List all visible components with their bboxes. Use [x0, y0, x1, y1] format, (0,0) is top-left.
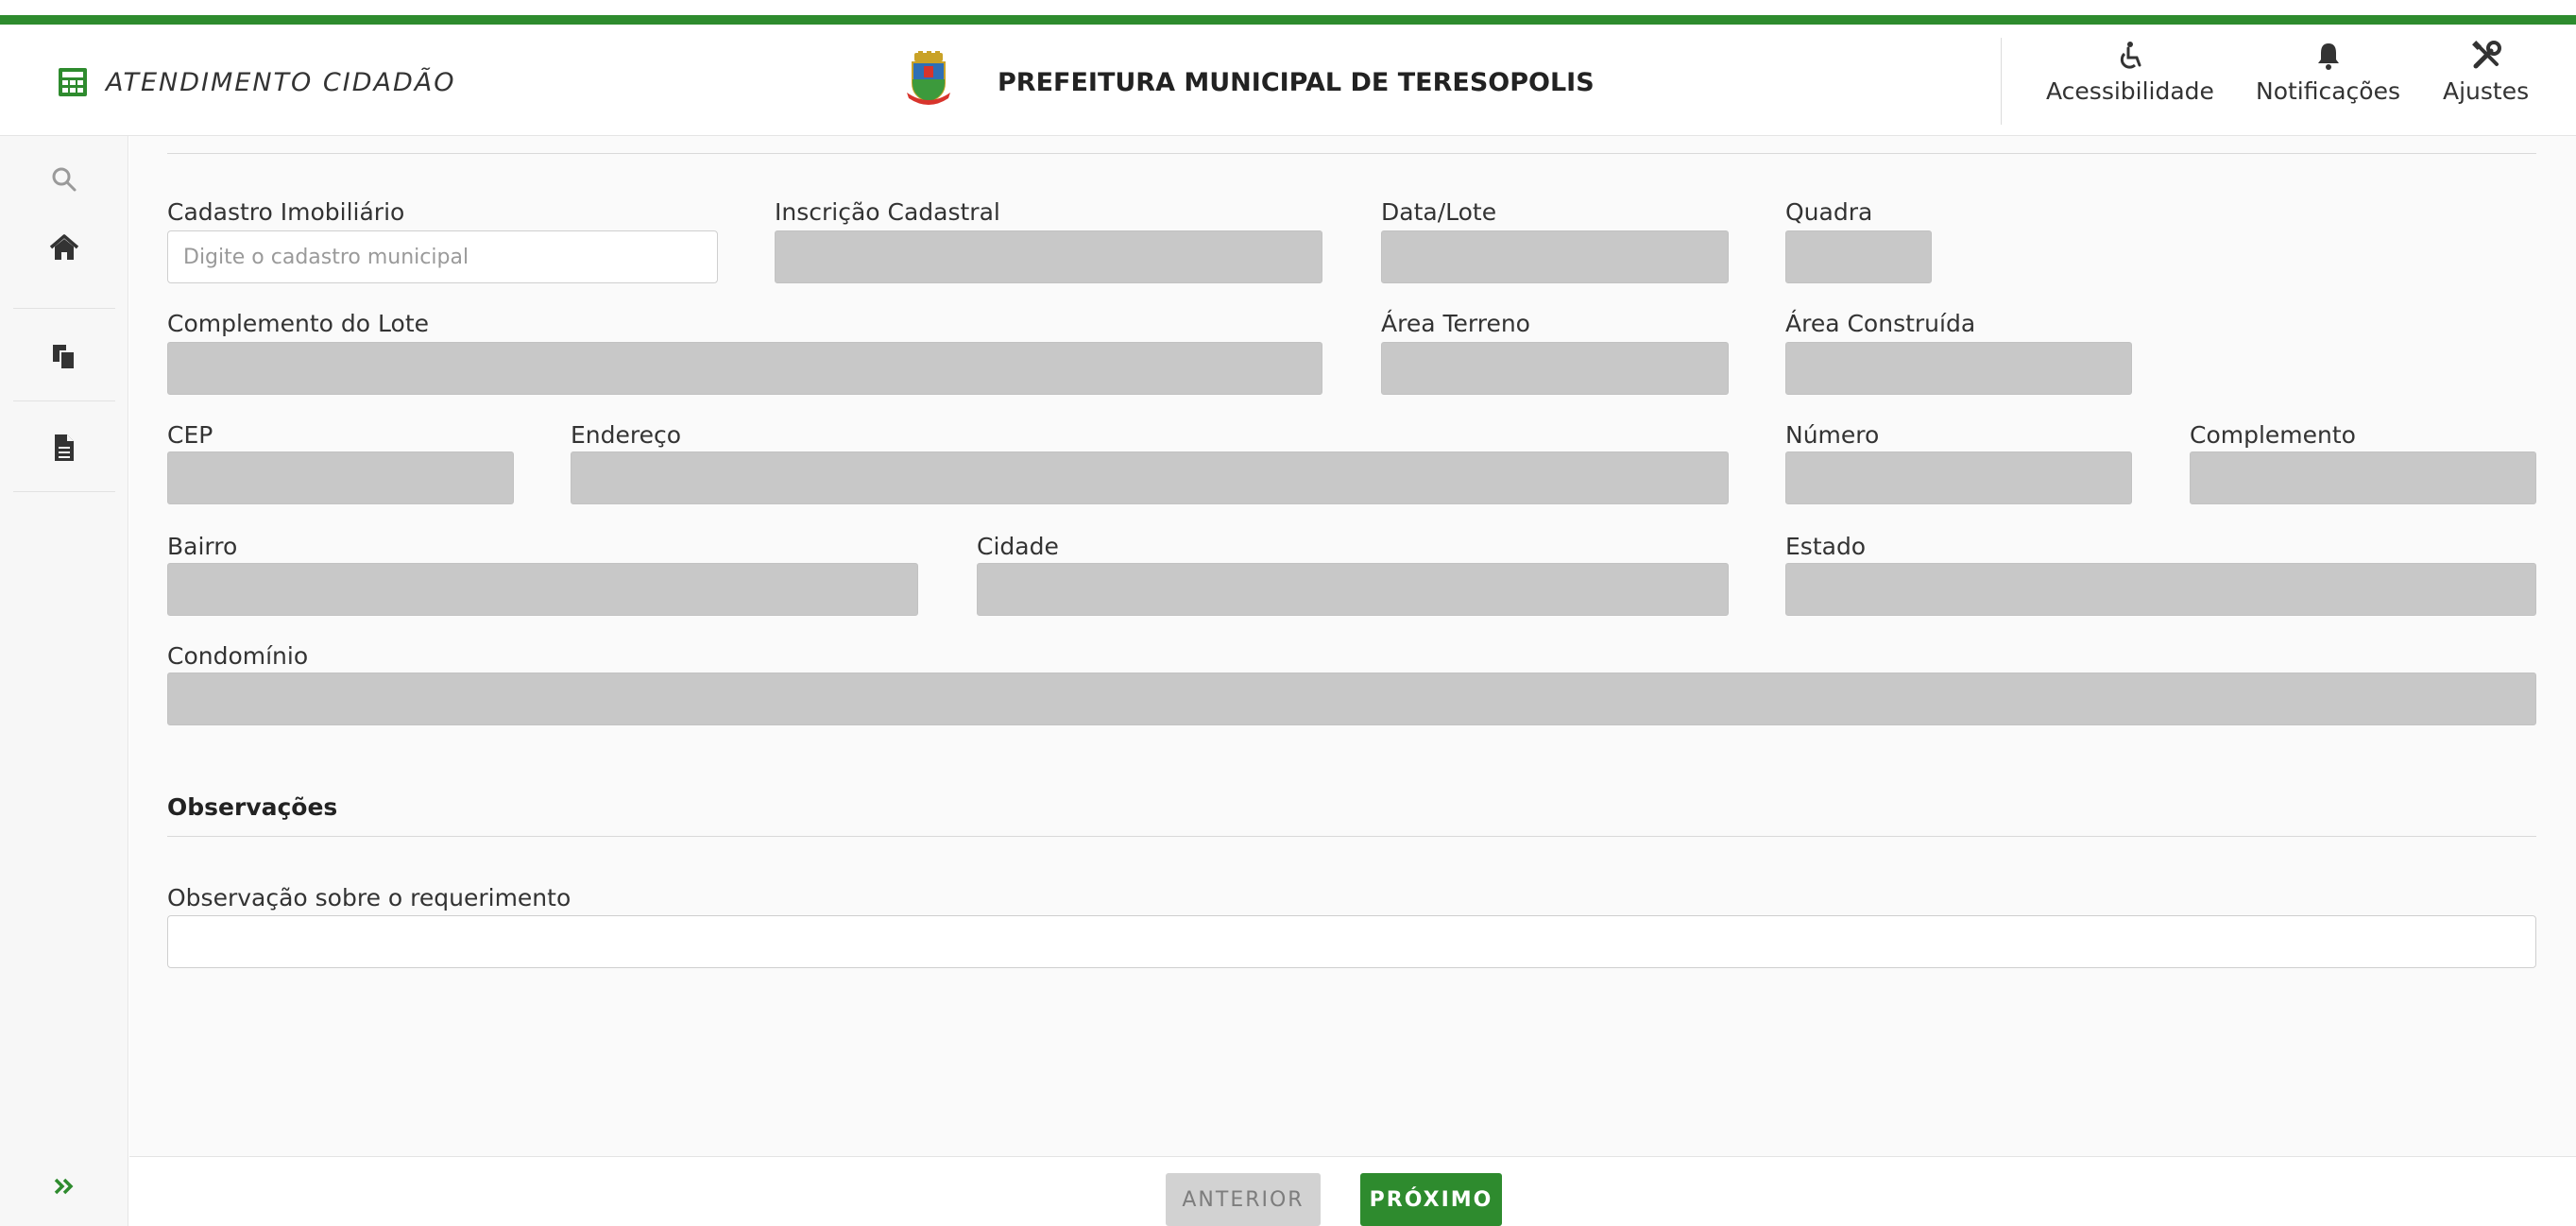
area-terreno-field: [1381, 342, 1729, 395]
previous-button[interactable]: ANTERIOR: [1166, 1173, 1321, 1226]
area-construida-label: Área Construída: [1785, 310, 1976, 337]
sidebar-item-copy[interactable]: [0, 315, 128, 399]
sidebar-item-home[interactable]: [0, 217, 128, 278]
data-lote-field: [1381, 230, 1729, 283]
main-content: [129, 136, 2576, 1156]
tools-icon: [2471, 41, 2501, 69]
app-header: ATENDIMENTO CIDADÃO PREFEITURA MUNICIPAL…: [0, 25, 2576, 136]
next-button[interactable]: PRÓXIMO: [1360, 1173, 1502, 1226]
observacao-label: Observação sobre o requerimento: [167, 884, 571, 911]
inscricao-cadastral-field: [775, 230, 1322, 283]
notifications-label: Notificações: [2256, 77, 2401, 105]
app-title[interactable]: ATENDIMENTO CIDADÃO: [106, 68, 455, 97]
sidebar-expand-button[interactable]: [0, 1166, 128, 1207]
accessibility-label: Acessibilidade: [2046, 77, 2214, 105]
settings-button[interactable]: Ajustes: [2443, 40, 2529, 105]
sidebar-item-search[interactable]: [0, 149, 128, 210]
municipal-crest-icon: [907, 51, 950, 105]
numero-label: Número: [1785, 421, 1880, 449]
observacoes-title: Observações: [167, 793, 338, 821]
notifications-button[interactable]: Notificações: [2256, 40, 2400, 105]
cep-field: [167, 451, 514, 504]
complemento-label: Complemento: [2190, 421, 2356, 449]
double-chevron-right-icon: [54, 1178, 74, 1195]
condominio-label: Condomínio: [167, 642, 309, 670]
complemento-lote-field: [167, 342, 1322, 395]
endereco-label: Endereço: [571, 421, 682, 449]
search-icon: [52, 167, 77, 192]
sidebar-separator: [13, 400, 115, 401]
bairro-field: [167, 563, 918, 616]
accessibility-button[interactable]: Acessibilidade: [2046, 40, 2214, 105]
data-lote-label: Data/Lote: [1381, 198, 1497, 226]
sidebar-separator: [13, 308, 115, 309]
inscricao-cadastral-label: Inscrição Cadastral: [775, 198, 1000, 226]
cadastro-imobiliario-input[interactable]: [167, 230, 718, 283]
cep-label: CEP: [167, 421, 213, 449]
wheelchair-icon: [2120, 42, 2141, 69]
quadra-label: Quadra: [1785, 198, 1873, 226]
sidebar-item-document[interactable]: [0, 406, 128, 489]
settings-label: Ajustes: [2443, 77, 2530, 105]
document-icon: [55, 434, 74, 461]
complemento-lote-label: Complemento do Lote: [167, 310, 430, 337]
cidade-label: Cidade: [977, 533, 1059, 560]
home-icon: [49, 234, 79, 260]
brand-bar: [0, 15, 2576, 25]
cadastro-imobiliario-label: Cadastro Imobiliário: [167, 198, 405, 226]
form-top-divider: [167, 153, 2536, 154]
form-footer: [129, 1156, 2576, 1226]
area-construida-field: [1785, 342, 2132, 395]
header-divider: [2001, 38, 2002, 125]
quadra-field: [1785, 230, 1932, 283]
observacao-input[interactable]: [167, 915, 2536, 968]
cidade-field: [977, 563, 1729, 616]
calculator-icon[interactable]: [57, 66, 89, 98]
estado-label: Estado: [1785, 533, 1867, 560]
complemento-field: [2190, 451, 2536, 504]
bell-icon: [2317, 43, 2339, 70]
numero-field: [1785, 451, 2132, 504]
top-strip: [0, 0, 2576, 15]
observacoes-divider: [167, 836, 2536, 837]
bairro-label: Bairro: [167, 533, 238, 560]
endereco-field: [571, 451, 1729, 504]
municipality-title: PREFEITURA MUNICIPAL DE TERESOPOLIS: [998, 68, 1595, 97]
sidebar-separator: [13, 491, 115, 492]
estado-field: [1785, 563, 2536, 616]
sidebar: [0, 136, 128, 1226]
copy-icon: [53, 345, 76, 370]
condominio-field: [167, 673, 2536, 725]
area-terreno-label: Área Terreno: [1381, 310, 1530, 337]
